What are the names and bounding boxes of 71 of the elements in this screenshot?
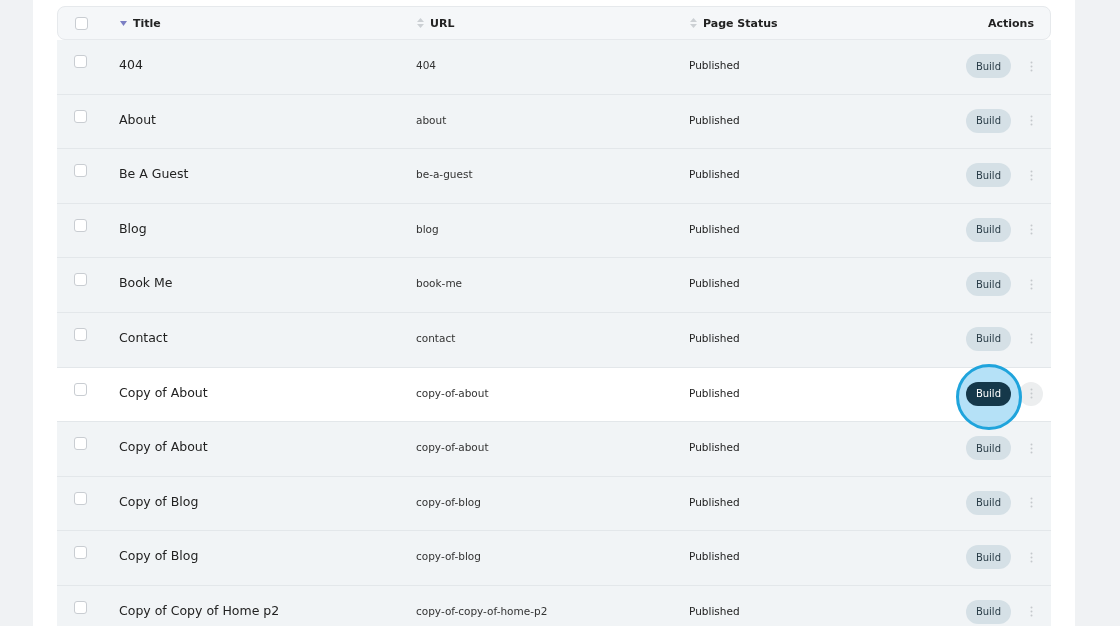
table-row[interactable]: Be A Guest be-a-guest Published Build bbox=[57, 149, 1051, 204]
column-header[interactable]: Page Status bbox=[703, 16, 778, 30]
page-title: Copy of Blog bbox=[119, 493, 199, 509]
page-url: about bbox=[416, 113, 447, 126]
table-row[interactable]: Copy of Blog copy-of-blog Published Build bbox=[57, 476, 1051, 532]
build-button[interactable]: Build bbox=[965, 326, 1011, 351]
row-checkbox[interactable] bbox=[74, 273, 87, 287]
page-title: Be A Guest bbox=[119, 166, 189, 182]
build-button[interactable]: Build bbox=[965, 381, 1011, 406]
page-status: Published bbox=[689, 168, 740, 181]
page-title: Contact bbox=[119, 329, 168, 345]
build-button[interactable]: Build bbox=[965, 54, 1011, 78]
row-checkbox[interactable] bbox=[74, 109, 87, 123]
build-button[interactable]: Build bbox=[965, 217, 1011, 242]
build-button[interactable]: Build bbox=[965, 545, 1011, 570]
page-title: Book Me bbox=[119, 275, 173, 291]
build-button[interactable]: Build bbox=[965, 272, 1011, 297]
build-button[interactable]: Build bbox=[965, 108, 1011, 133]
more-options-button[interactable] bbox=[1019, 381, 1043, 406]
row-checkbox[interactable] bbox=[74, 164, 87, 178]
page-url: copy-of-blog bbox=[416, 550, 481, 563]
row-checkbox[interactable] bbox=[74, 55, 87, 68]
page-status: Published bbox=[689, 331, 740, 344]
select-all-checkbox[interactable] bbox=[75, 17, 88, 30]
page-status: Published bbox=[689, 386, 740, 399]
build-button[interactable]: Build bbox=[965, 436, 1011, 461]
build-button[interactable]: Build bbox=[965, 163, 1011, 188]
page-url: 404 bbox=[416, 59, 437, 71]
column-header[interactable]: Title bbox=[133, 16, 161, 30]
page-title: About bbox=[119, 111, 156, 127]
page-status: Published bbox=[689, 59, 740, 71]
page-title: Copy of About bbox=[119, 439, 208, 455]
page-status: Published bbox=[689, 222, 740, 235]
page-url: copy-of-blog bbox=[416, 495, 481, 508]
page-url: copy-of-about bbox=[416, 441, 489, 454]
page-url: copy-of-copy-of-home-p2 bbox=[416, 604, 548, 617]
table-row[interactable]: Blog blog Published Build bbox=[57, 203, 1051, 259]
row-checkbox[interactable] bbox=[74, 491, 87, 505]
page-status: Published bbox=[689, 495, 740, 508]
page-status: Published bbox=[689, 113, 740, 126]
table-row[interactable]: 404 404 Published Build bbox=[57, 40, 1051, 95]
page-status: Published bbox=[689, 277, 740, 290]
page-url: contact bbox=[416, 331, 456, 344]
row-checkbox[interactable] bbox=[74, 382, 87, 396]
row-checkbox[interactable] bbox=[74, 437, 87, 451]
page-title: Blog bbox=[119, 220, 147, 236]
page-title: Copy of Copy of Home p2 bbox=[119, 602, 280, 618]
table-row[interactable]: Book Me book-me Published Build bbox=[57, 258, 1051, 313]
table-row[interactable]: Contact contact Published Build bbox=[57, 312, 1051, 368]
build-button[interactable]: Build bbox=[965, 599, 1011, 624]
page-status: Published bbox=[689, 604, 740, 617]
column-header[interactable]: URL bbox=[430, 16, 455, 30]
row-checkbox[interactable] bbox=[74, 327, 87, 341]
page-title: Copy of About bbox=[119, 384, 208, 400]
table-row[interactable]: Copy of Blog copy-of-blog Published Build bbox=[57, 531, 1051, 586]
page-url: be-a-guest bbox=[416, 168, 473, 181]
row-checkbox[interactable] bbox=[74, 600, 87, 614]
row-checkbox[interactable] bbox=[74, 218, 87, 232]
page-status: Published bbox=[689, 550, 740, 563]
page-title: 404 bbox=[119, 57, 143, 72]
column-header: Actions bbox=[988, 16, 1034, 30]
build-button[interactable]: Build bbox=[965, 490, 1011, 515]
table-row[interactable]: About about Published Build bbox=[57, 94, 1051, 150]
table-row[interactable]: Copy of About copy-of-about Published Build bbox=[57, 422, 1051, 477]
table-row[interactable]: Copy of Copy of Home p2 copy-of-copy-of-home-p2 Published Build bbox=[57, 585, 1051, 626]
page-url: copy-of-about bbox=[416, 386, 489, 399]
page-title: Copy of Blog bbox=[119, 548, 199, 564]
page-url: book-me bbox=[416, 277, 463, 290]
page-url: blog bbox=[416, 222, 439, 235]
page-status: Published bbox=[689, 441, 740, 454]
row-checkbox[interactable] bbox=[74, 546, 87, 560]
